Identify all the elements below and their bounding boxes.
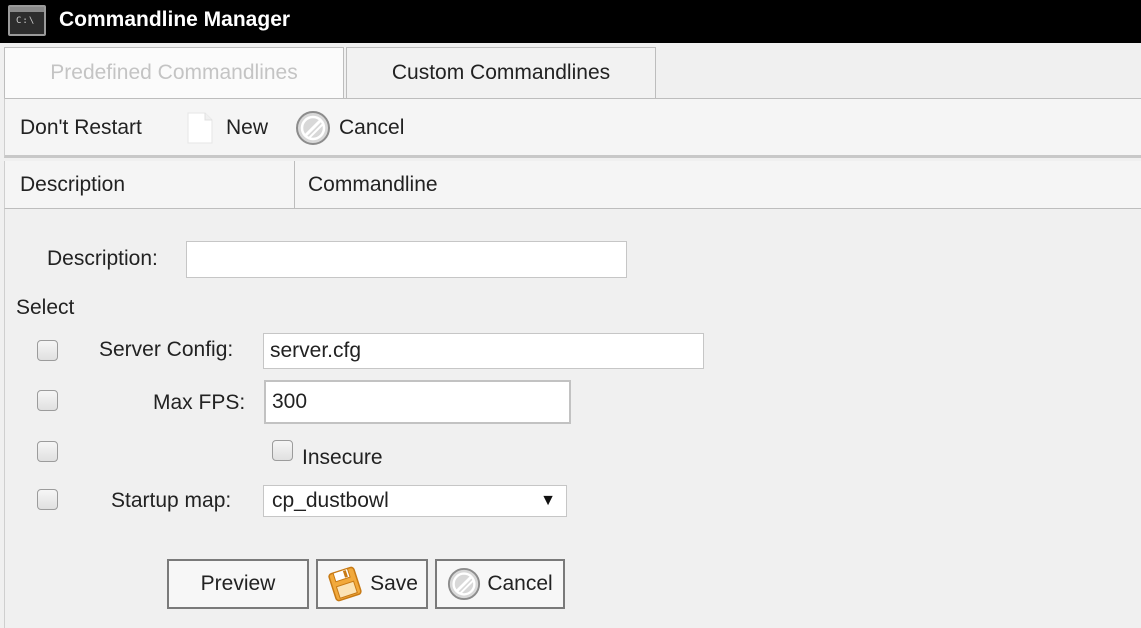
- grid-header: Description Commandline: [4, 161, 1141, 209]
- column-divider: [294, 161, 295, 208]
- insecure-row-checkbox[interactable]: [37, 441, 58, 462]
- startup-map-checkbox[interactable]: [37, 489, 58, 510]
- preview-button[interactable]: Preview: [167, 559, 309, 609]
- server-config-checkbox[interactable]: [37, 340, 58, 361]
- form-cancel-button[interactable]: Cancel: [435, 559, 565, 609]
- title-bar: C:\ Commandline Manager: [0, 0, 1141, 43]
- toolbar: Don't Restart New Cancel: [4, 98, 1141, 158]
- preview-label: Preview: [200, 572, 276, 595]
- startup-map-label: Startup map:: [111, 489, 232, 512]
- tab-predefined-commandlines[interactable]: Predefined Commandlines: [4, 47, 344, 98]
- cancel-icon: [448, 567, 481, 601]
- toolbar-cancel-button[interactable]: Cancel: [295, 99, 404, 157]
- commandline-form: Description: Select Server Config: Max F…: [4, 209, 1141, 628]
- column-header-description[interactable]: Description: [20, 161, 295, 208]
- tab-custom-commandlines[interactable]: Custom Commandlines: [346, 47, 656, 98]
- server-config-label: Server Config:: [99, 338, 234, 361]
- form-cancel-label: Cancel: [487, 572, 553, 595]
- dont-restart-button[interactable]: Don't Restart: [20, 99, 142, 157]
- save-label: Save: [370, 572, 418, 595]
- terminal-icon: C:\: [8, 5, 46, 36]
- column-header-commandline[interactable]: Commandline: [308, 161, 438, 208]
- startup-map-select[interactable]: cp_dustbowl ▼: [263, 485, 567, 517]
- startup-map-value: cp_dustbowl: [272, 489, 389, 512]
- description-label: Description:: [47, 247, 158, 270]
- description-input[interactable]: [186, 241, 627, 278]
- dropdown-arrow-icon: ▼: [540, 492, 556, 509]
- tab-bar: Predefined Commandlines Custom Commandli…: [4, 47, 1141, 98]
- terminal-icon-text: C:\: [16, 16, 36, 26]
- cancel-icon: [296, 111, 330, 145]
- window-title: Commandline Manager: [59, 8, 291, 31]
- insecure-label: Insecure: [302, 446, 383, 469]
- dont-restart-label: Don't Restart: [20, 116, 142, 139]
- toolbar-cancel-label: Cancel: [339, 116, 405, 139]
- max-fps-checkbox[interactable]: [37, 390, 58, 411]
- document-icon: [187, 112, 213, 144]
- select-label: Select: [16, 296, 75, 319]
- new-label: New: [226, 116, 269, 139]
- floppy-save-icon: [328, 566, 362, 602]
- save-button[interactable]: Save: [316, 559, 428, 609]
- new-button[interactable]: New: [187, 99, 268, 157]
- max-fps-label: Max FPS:: [153, 391, 246, 414]
- insecure-checkbox[interactable]: [272, 440, 293, 461]
- server-config-input[interactable]: [263, 333, 704, 369]
- max-fps-input[interactable]: [264, 380, 571, 424]
